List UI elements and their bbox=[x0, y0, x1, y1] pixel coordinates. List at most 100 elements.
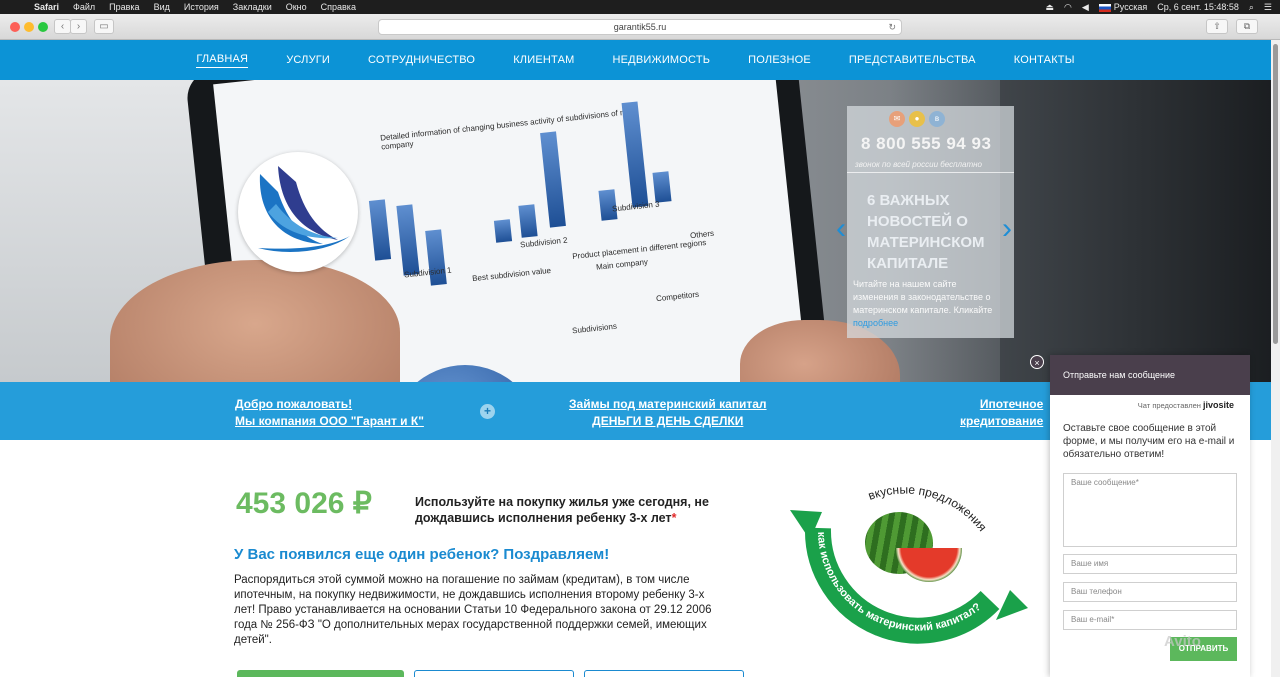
nav-home[interactable]: ГЛАВНАЯ bbox=[196, 53, 249, 68]
email-icon[interactable]: ✉ bbox=[889, 111, 905, 127]
hero-suit bbox=[1000, 80, 1271, 382]
browser-toolbar: ‹ › ▭ garantik55.ru ↻ ⇧ ⧉ bbox=[0, 14, 1280, 40]
menu-app-safari[interactable]: Safari bbox=[34, 2, 59, 12]
scrollbar-thumb[interactable] bbox=[1273, 44, 1278, 344]
slider-headline: 6 ВАЖНЫХ НОВОСТЕЙ О МАТЕРИНСКОМ КАПИТАЛЕ bbox=[867, 192, 985, 272]
welcome-line1: Добро пожаловать! bbox=[235, 397, 353, 411]
action-buttons bbox=[237, 670, 744, 677]
menu-window[interactable]: Окно bbox=[286, 2, 307, 12]
chat-powered-by: Чат предоставлен jivosite bbox=[1138, 400, 1234, 410]
clock[interactable]: Ср, 6 сент. 15:48:58 bbox=[1157, 2, 1239, 12]
flag-icon bbox=[1098, 3, 1111, 12]
reload-icon[interactable]: ↻ bbox=[888, 20, 896, 34]
loans-line2: ДЕНЬГИ В ДЕНЬ СДЕЛКИ bbox=[592, 414, 744, 428]
menu-history[interactable]: История bbox=[184, 2, 219, 12]
chat-phone-field[interactable]: Ваш телефон bbox=[1063, 582, 1237, 602]
action-button-1[interactable] bbox=[237, 670, 404, 677]
hero-bar bbox=[652, 171, 672, 203]
chat-widget: Отправьте нам сообщение Чат предоставлен… bbox=[1050, 355, 1250, 677]
nav-services[interactable]: УСЛУГИ bbox=[286, 54, 330, 66]
mortgage-line1: Ипотечное bbox=[979, 397, 1044, 411]
spotlight-icon[interactable]: ⌕ bbox=[1249, 2, 1254, 13]
chat-header[interactable]: Отправьте нам сообщение bbox=[1050, 355, 1250, 395]
share-button[interactable]: ⇧ bbox=[1206, 19, 1228, 34]
share-icon: ⇧ bbox=[1213, 21, 1221, 31]
ribbon-end-right bbox=[996, 590, 1028, 620]
info-paragraph: Распорядиться этой суммой можно на погаш… bbox=[234, 574, 712, 646]
avito-watermark: Avito bbox=[1164, 633, 1201, 650]
contact-icons: ✉ ● в bbox=[889, 111, 945, 127]
nav-offices[interactable]: ПРЕДСТАВИТЕЛЬСТВА bbox=[849, 54, 976, 66]
mortgage-link[interactable]: Ипотечное кредитование bbox=[960, 396, 1043, 430]
odnoklassniki-icon[interactable]: ● bbox=[909, 111, 925, 127]
slider-next-button[interactable]: › bbox=[1002, 214, 1018, 244]
nav-clients[interactable]: КЛИЕНТАМ bbox=[513, 54, 574, 66]
tagline-text: Используйте на покупку жилья уже сегодня… bbox=[415, 495, 709, 525]
loans-link[interactable]: Займы под материнский капитал ДЕНЬГИ В Д… bbox=[569, 396, 767, 430]
page-scrollbar[interactable] bbox=[1271, 40, 1280, 677]
hero-bar bbox=[493, 219, 513, 243]
action-button-2[interactable] bbox=[414, 670, 574, 677]
notifications-icon[interactable]: ☰ bbox=[1264, 2, 1272, 13]
tagline-asterisk: * bbox=[671, 511, 677, 525]
zoom-window-button[interactable] bbox=[38, 22, 48, 32]
vk-icon[interactable]: в bbox=[929, 111, 945, 127]
slider-body-text: Читайте на нашем сайте изменения в закон… bbox=[853, 279, 993, 315]
slider-body: Читайте на нашем сайте изменения в закон… bbox=[853, 278, 1003, 330]
chat-message-field[interactable]: Ваше сообщение* bbox=[1063, 473, 1237, 547]
nav-realty[interactable]: НЕДВИЖИМОСТЬ bbox=[612, 54, 710, 66]
menu-view[interactable]: Вид bbox=[154, 2, 170, 12]
menu-bookmarks[interactable]: Закладки bbox=[233, 2, 272, 12]
news-slider: ✉ ● в 8 800 555 94 93 звонок по всей рос… bbox=[847, 106, 1014, 338]
input-source[interactable]: Русская bbox=[1098, 2, 1148, 12]
url-text: garantik55.ru bbox=[613, 22, 667, 32]
company-logo[interactable] bbox=[238, 152, 358, 272]
site-nav: ГЛАВНАЯ УСЛУГИ СОТРУДНИЧЕСТВО КЛИЕНТАМ Н… bbox=[0, 40, 1271, 80]
close-window-button[interactable] bbox=[10, 22, 20, 32]
slider-more-link[interactable]: подробнее bbox=[853, 318, 898, 328]
volume-icon[interactable]: ◀ bbox=[1082, 2, 1089, 13]
menu-help[interactable]: Справка bbox=[321, 2, 356, 12]
jivosite-logo[interactable]: jivosite bbox=[1203, 400, 1234, 410]
nav-cooperation[interactable]: СОТРУДНИЧЕСТВО bbox=[368, 54, 475, 66]
mortgage-line2: кредитование bbox=[960, 414, 1044, 428]
hero-banner: Detailed information of changing busines… bbox=[0, 80, 1271, 382]
tabs-icon: ⧉ bbox=[1243, 21, 1251, 31]
nav-contacts[interactable]: КОНТАКТЫ bbox=[1014, 54, 1075, 66]
status-area: ⏏ ◠ ◀ Русская Ср, 6 сент. 15:48:58 ⌕ ☰ bbox=[1046, 0, 1273, 14]
promo-badge[interactable]: вкусные предложения как использовать мат… bbox=[770, 470, 1040, 660]
back-button[interactable]: ‹ bbox=[54, 19, 71, 34]
phone-number[interactable]: 8 800 555 94 93 bbox=[861, 134, 991, 154]
sidebar-icon: ▭ bbox=[99, 21, 109, 32]
chat-close-button[interactable]: × bbox=[1030, 355, 1044, 369]
congrats-heading: У Вас появился еще один ребенок? Поздрав… bbox=[234, 546, 610, 563]
macos-menubar: Safari Файл Правка Вид История Закладки … bbox=[0, 0, 1280, 14]
slider-divider bbox=[847, 172, 1014, 173]
menu-file[interactable]: Файл bbox=[73, 2, 95, 12]
slider-prev-button[interactable]: ‹ bbox=[836, 214, 852, 244]
address-bar[interactable]: garantik55.ru ↻ bbox=[378, 19, 902, 35]
tabs-overview-button[interactable]: ⧉ bbox=[1236, 19, 1258, 34]
action-button-3[interactable] bbox=[584, 670, 744, 677]
input-lang-label: Русская bbox=[1113, 2, 1148, 12]
chevron-left-icon: ‹ bbox=[60, 21, 65, 32]
welcome-link[interactable]: Добро пожаловать! Мы компания ООО "Гаран… bbox=[235, 396, 424, 430]
loans-line1: Займы под материнский капитал bbox=[569, 397, 767, 411]
phone-subtitle: звонок по всей россии бесплатно bbox=[855, 160, 982, 169]
wifi-icon[interactable]: ◠ bbox=[1064, 2, 1072, 13]
forward-button[interactable]: › bbox=[70, 19, 87, 34]
eject-icon[interactable]: ⏏ bbox=[1046, 2, 1055, 13]
sidebar-button[interactable]: ▭ bbox=[94, 19, 114, 34]
powered-text: Чат предоставлен bbox=[1137, 401, 1201, 410]
plus-icon[interactable]: + bbox=[480, 404, 495, 419]
nav-useful[interactable]: ПОЛЕЗНОЕ bbox=[748, 54, 811, 66]
chat-intro: Оставьте свое сообщение в этой форме, и … bbox=[1063, 423, 1235, 460]
welcome-line2: Мы компания ООО "Гарант и К" bbox=[235, 414, 424, 428]
minimize-window-button[interactable] bbox=[24, 22, 34, 32]
chevron-right-icon: › bbox=[76, 21, 81, 32]
chat-email-field[interactable]: Ваш e-mail* bbox=[1063, 610, 1237, 630]
chat-name-field[interactable]: Ваше имя bbox=[1063, 554, 1237, 574]
wings-logo-icon bbox=[258, 166, 350, 252]
chevron-left-icon: ‹ bbox=[836, 212, 846, 245]
menu-edit[interactable]: Правка bbox=[109, 2, 139, 12]
